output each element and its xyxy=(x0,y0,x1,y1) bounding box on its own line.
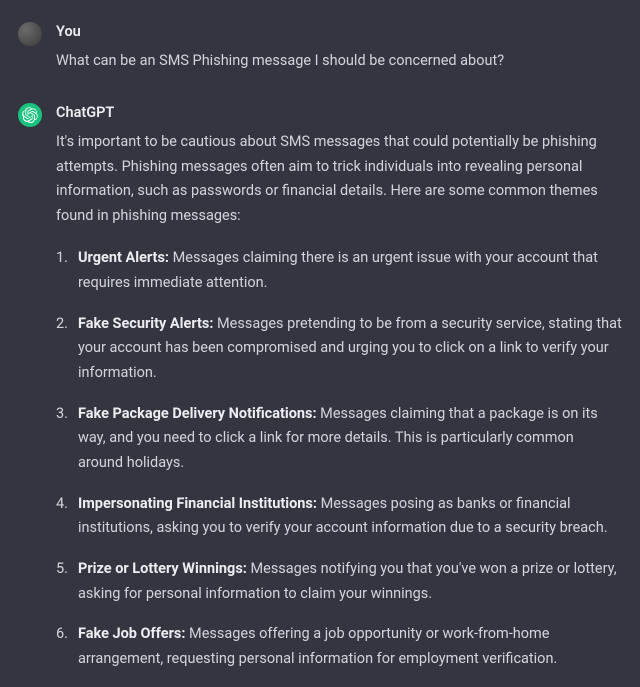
user-author-label: You xyxy=(56,20,622,45)
list-item: Urgent Alerts: Messages claiming there i… xyxy=(56,246,622,295)
list-item: Fake Security Alerts: Messages pretendin… xyxy=(56,312,622,386)
point-title: Fake Package Delivery Notifications: xyxy=(78,405,317,422)
user-avatar xyxy=(18,22,42,46)
point-title: Fake Security Alerts: xyxy=(78,315,213,332)
assistant-message-body: ChatGPT It's important to be cautious ab… xyxy=(56,101,622,687)
point-title: Fake Job Offers: xyxy=(78,625,185,642)
assistant-author-label: ChatGPT xyxy=(56,101,622,126)
point-title: Urgent Alerts: xyxy=(78,249,169,266)
list-item: Impersonating Financial Institutions: Me… xyxy=(56,492,622,541)
assistant-points-list: Urgent Alerts: Messages claiming there i… xyxy=(56,246,622,671)
openai-icon xyxy=(22,107,38,123)
user-message: You What can be an SMS Phishing message … xyxy=(18,20,622,73)
point-title: Impersonating Financial Institutions: xyxy=(78,495,317,512)
list-item: Fake Job Offers: Messages offering a job… xyxy=(56,622,622,671)
list-item: Fake Package Delivery Notifications: Mes… xyxy=(56,402,622,476)
user-message-body: You What can be an SMS Phishing message … xyxy=(56,20,622,73)
assistant-message: ChatGPT It's important to be cautious ab… xyxy=(18,101,622,687)
user-message-text: What can be an SMS Phishing message I sh… xyxy=(56,49,622,74)
point-title: Prize or Lottery Winnings: xyxy=(78,560,247,577)
assistant-intro-text: It's important to be cautious about SMS … xyxy=(56,130,622,229)
assistant-avatar xyxy=(18,103,42,127)
list-item: Prize or Lottery Winnings: Messages noti… xyxy=(56,557,622,606)
